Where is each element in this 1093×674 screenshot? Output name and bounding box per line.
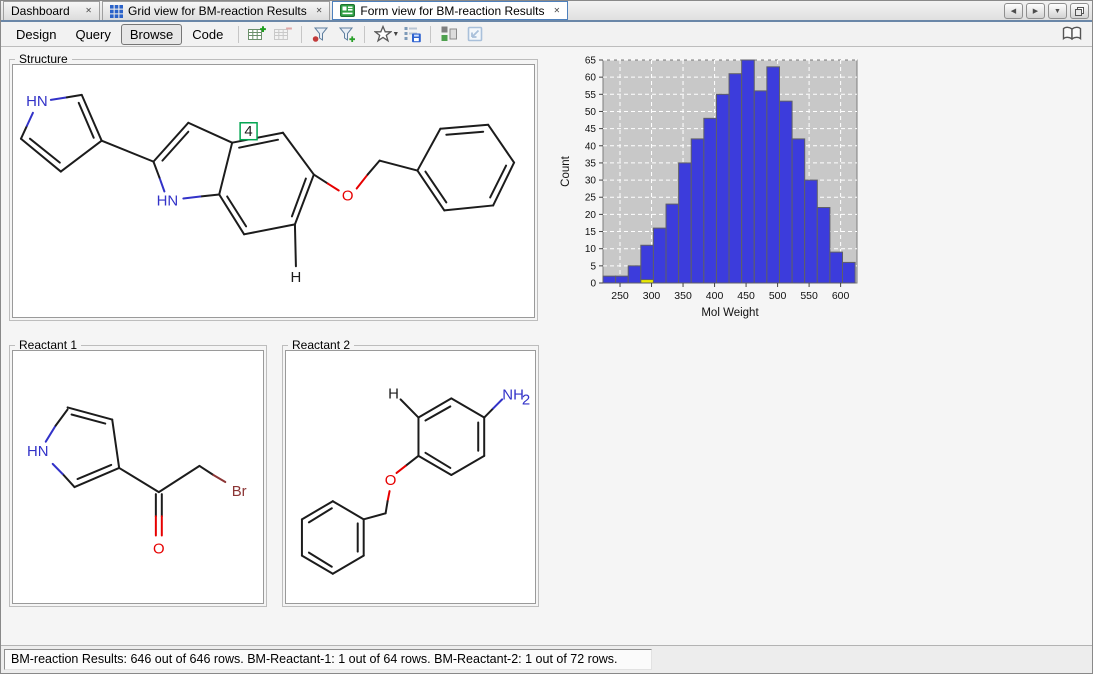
tab-form-view-label: Form view for BM-reaction Results [360,4,544,18]
tab-scroll-left-button[interactable]: ◀ [1004,3,1023,19]
toolbar-separator [430,26,431,43]
svg-text:450: 450 [737,290,755,302]
toolbar-separator [364,26,365,43]
svg-text:350: 350 [674,290,692,302]
explicit-h-label: H [388,385,399,402]
tab-scroll-controls: ◀ ▶ ▼ [1004,3,1089,19]
toolbar-separator [301,26,302,43]
tab-list-button[interactable]: ▼ [1048,3,1067,19]
favorites-menu-caret[interactable]: ▼ [392,31,399,38]
svg-text:25: 25 [585,193,597,204]
svg-text:500: 500 [769,290,787,302]
tab-dashboard-label: Dashboard [11,4,70,18]
tab-grid-view[interactable]: Grid view for BM-reaction Results ✕ [102,1,330,20]
svg-text:250: 250 [611,290,629,302]
svg-text:300: 300 [643,290,661,302]
reactant2-canvas: H NH 2 O [285,350,536,604]
remove-view-icon[interactable] [270,23,296,45]
indole-nh-label: HN [157,192,179,209]
mode-query-button[interactable]: Query [66,24,119,45]
svg-text:400: 400 [706,290,724,302]
ether-o-label: O [342,187,354,204]
close-icon[interactable]: ✕ [85,7,92,15]
svg-text:5: 5 [590,261,596,272]
reactant1-canvas: HN O Br [12,350,264,604]
svg-text:20: 20 [585,210,597,221]
fit-window-icon[interactable] [462,23,488,45]
layout-icon[interactable] [436,23,462,45]
form-toolbar: Design Query Browse Code [1,22,1092,47]
application-window: Dashboard ✕ Grid view for BM-reaction Re… [0,0,1093,674]
add-view-icon[interactable] [244,23,270,45]
tab-grid-view-label: Grid view for BM-reaction Results [128,4,307,18]
mode-code-button[interactable]: Code [183,24,232,45]
tab-dashboard[interactable]: Dashboard ✕ [3,1,100,20]
toolbar-separator [238,26,239,43]
svg-text:35: 35 [585,158,597,169]
histogram-svg: 0 5 10 15 20 25 30 35 40 45 50 55 60 65 250 300 350 400 45… [557,52,875,322]
filter-add-icon[interactable] [333,23,359,45]
tab-scroll-right-button[interactable]: ▶ [1026,3,1045,19]
status-bar: BM-reaction Results: 646 out of 646 rows… [1,645,1092,673]
carbonyl-o-label: O [153,541,165,558]
structure-panel: Structure [9,59,538,321]
filter-highlight-icon[interactable] [307,23,333,45]
mol-weight-histogram[interactable]: 0 5 10 15 20 25 30 35 40 45 50 55 60 65 250 300 350 400 45… [557,52,875,322]
tab-form-view[interactable]: Form view for BM-reaction Results ✕ [332,1,568,20]
float-window-icon[interactable] [1070,3,1089,19]
close-icon[interactable]: ✕ [553,7,560,15]
form-widgets-save-icon[interactable] [399,23,425,45]
svg-text:45: 45 [585,124,597,135]
grid-view-icon [110,5,123,18]
pyrrole-nh-label: HN [27,443,48,460]
svg-text:Mol Weight: Mol Weight [701,307,759,319]
svg-text:40: 40 [585,141,597,152]
structure-canvas: 4 HN HN O H [12,64,535,318]
reactant2-depiction: H NH 2 O [286,351,535,603]
svg-text:600: 600 [832,290,850,302]
mode-browse-button[interactable]: Browse [121,24,182,45]
reactant1-depiction: HN O Br [13,351,263,603]
svg-text:0: 0 [590,279,596,290]
form-view-icon [340,4,355,17]
tab-bar: Dashboard ✕ Grid view for BM-reaction Re… [1,1,1092,22]
form-view-canvas: Structure [1,47,1092,645]
svg-text:65: 65 [585,56,597,67]
mode-design-button[interactable]: Design [7,24,65,45]
ether-o-label: O [385,472,397,489]
bromine-label: Br [232,483,247,500]
reference-book-icon[interactable] [1061,25,1083,47]
amine-label: NH [502,386,524,403]
svg-text:10: 10 [585,244,597,255]
svg-text:55: 55 [585,90,597,101]
amine-subscript: 2 [522,391,530,408]
reactant1-panel: Reactant 1 [9,345,267,607]
explicit-h-label: H [291,269,302,286]
svg-text:550: 550 [800,290,818,302]
structure-depiction: 4 HN HN O H [13,65,534,317]
reactant2-panel: Reactant 2 [282,345,539,607]
svg-text:15: 15 [585,227,597,238]
atom-map-label: 4 [244,123,252,140]
row-count-status: BM-reaction Results: 646 out of 646 rows… [4,649,652,670]
close-icon[interactable]: ✕ [316,7,323,15]
svg-text:60: 60 [585,73,597,84]
svg-text:30: 30 [585,176,597,187]
pyrrole-nh-label: HN [26,93,48,110]
svg-text:Count: Count [560,155,572,186]
svg-text:50: 50 [585,107,597,118]
